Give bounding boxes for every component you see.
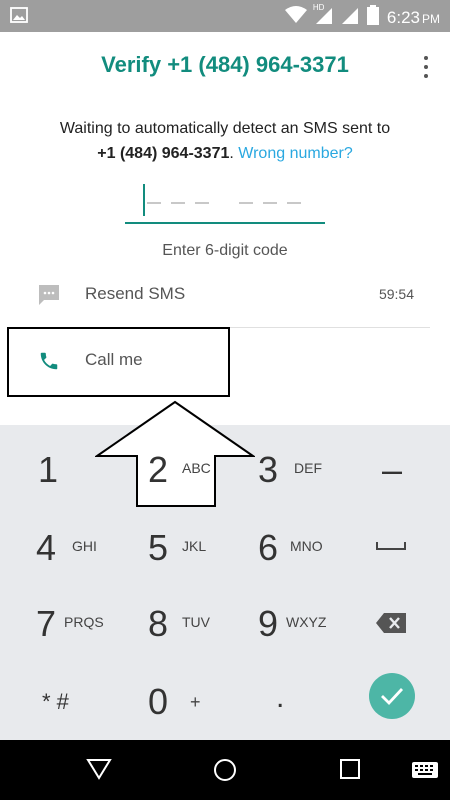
wifi-icon xyxy=(284,6,307,29)
image-icon xyxy=(10,7,28,28)
key-minus[interactable]: – xyxy=(336,425,450,503)
signal-icon-hd: HD xyxy=(312,3,333,30)
digit-placeholder xyxy=(195,202,209,204)
key-6[interactable]: 6 MNO xyxy=(224,505,336,583)
phone-number: +1 (484) 964-3371 xyxy=(97,145,230,162)
signal-icon xyxy=(341,5,359,30)
up-arrow-annotation xyxy=(95,400,255,507)
digit-placeholder xyxy=(263,202,277,204)
confirm-button[interactable] xyxy=(336,661,450,739)
key-2-overlay-letters: ABC xyxy=(182,460,211,476)
key-7[interactable]: 7 PRQS xyxy=(0,583,112,661)
key-0[interactable]: 0 + xyxy=(112,661,224,739)
key-period[interactable]: . xyxy=(224,661,336,739)
wrong-number-link[interactable]: Wrong number? xyxy=(238,145,352,162)
code-hint: Enter 6-digit code xyxy=(162,242,288,259)
overflow-menu-icon[interactable] xyxy=(422,56,430,78)
text-cursor xyxy=(143,184,145,216)
digit-placeholder xyxy=(239,202,253,204)
key-2-overlay-digit: 2 xyxy=(148,449,169,490)
key-star-hash[interactable]: * # xyxy=(0,661,112,739)
verification-description: Waiting to automatically detect an SMS s… xyxy=(0,116,450,166)
recents-icon[interactable] xyxy=(339,758,361,785)
back-icon[interactable] xyxy=(86,758,112,785)
page-title: Verify +1 (484) 964-3371 xyxy=(101,52,349,77)
key-4[interactable]: 4 GHI xyxy=(0,505,112,583)
home-icon[interactable] xyxy=(213,758,237,787)
digit-placeholder xyxy=(171,202,185,204)
code-input[interactable] xyxy=(125,180,325,224)
code-underline xyxy=(125,222,325,224)
battery-icon xyxy=(366,5,379,30)
space-key[interactable] xyxy=(336,505,450,583)
navigation-bar xyxy=(0,740,450,800)
description-line1: Waiting to automatically detect an SMS s… xyxy=(59,120,391,137)
resend-timer: 59:54 xyxy=(378,286,414,302)
key-5[interactable]: 5 JKL xyxy=(112,505,224,583)
backspace-key[interactable] xyxy=(336,583,450,661)
space-icon xyxy=(376,542,406,550)
keyboard-icon[interactable] xyxy=(412,762,438,783)
status-time: 6:23 PM xyxy=(386,7,440,27)
digit-placeholder xyxy=(147,202,161,204)
key-9[interactable]: 9 WXYZ xyxy=(224,583,336,661)
network-label: HD xyxy=(312,3,325,12)
backspace-icon xyxy=(376,613,406,633)
digit-placeholder xyxy=(287,202,301,204)
sms-icon xyxy=(38,284,60,311)
highlight-box xyxy=(7,327,230,397)
key-8[interactable]: 8 TUV xyxy=(112,583,224,661)
check-icon xyxy=(369,673,415,719)
resend-sms-label: Resend SMS xyxy=(85,284,186,303)
resend-sms-option[interactable]: Resend SMS 59:54 xyxy=(0,272,450,316)
status-bar: HD 6:23 PM xyxy=(0,0,450,32)
